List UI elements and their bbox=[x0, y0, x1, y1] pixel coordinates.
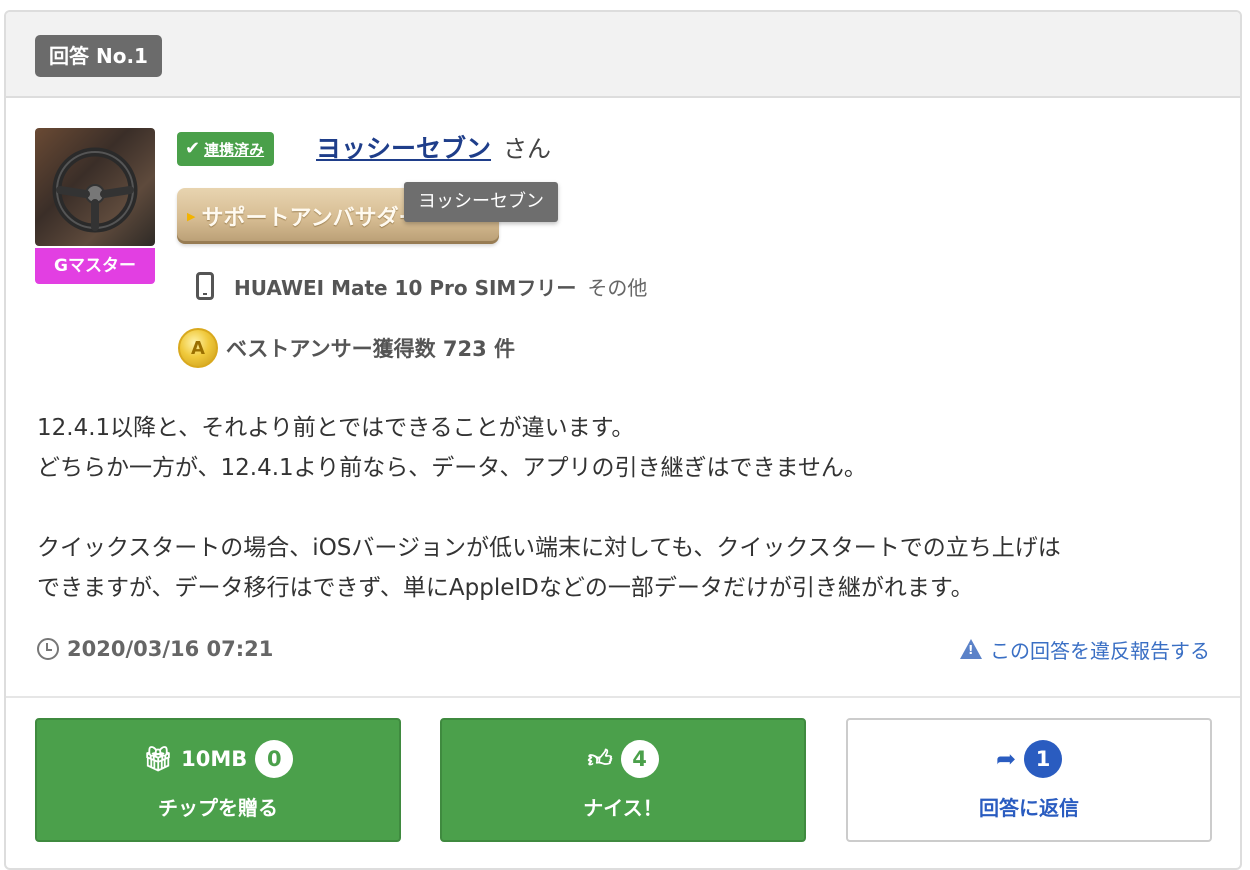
device-name: HUAWEI Mate 10 Pro SIMフリー bbox=[234, 275, 577, 300]
nice-label: ナイス！ bbox=[583, 795, 663, 820]
rank-badge: Gマスター bbox=[35, 248, 155, 284]
avatar[interactable] bbox=[35, 128, 155, 246]
device-info: HUAWEI Mate 10 Pro SIMフリー その他 bbox=[196, 268, 647, 304]
reply-label: 回答に返信 bbox=[979, 795, 1079, 820]
card-header: 回答 No.1 bbox=[6, 12, 1240, 98]
reply-count: 1 bbox=[1024, 739, 1063, 778]
nice-button[interactable]: 👍︎ 4 ナイス！ bbox=[440, 718, 806, 842]
best-answer-text: ベストアンサー獲得数 723 件 bbox=[226, 337, 516, 361]
thumbs-up-icon: 👍︎ bbox=[587, 744, 613, 773]
phone-icon bbox=[196, 272, 214, 300]
gift-icon: 🎁︎ bbox=[142, 744, 174, 773]
answer-line: できますが、データ移行はできず、単にAppleIDなどの一部データだけが引き継が… bbox=[37, 575, 974, 601]
username-tooltip: ヨッシーセブン bbox=[404, 182, 558, 222]
clock-icon bbox=[37, 638, 59, 660]
answer-body: 12.4.1以降と、それより前とではできることが違います。 どちらか一方が、12… bbox=[37, 408, 1217, 608]
tip-button[interactable]: 🎁︎ 10MB 0 チップを贈る bbox=[35, 718, 401, 842]
linked-badge[interactable]: ✔ 連携済み bbox=[177, 132, 275, 166]
linked-badge-label: 連携済み bbox=[204, 140, 265, 159]
answer-card: 回答 No.1 Gマスター ✔ 連携済み ヨッシーセブン さん ▶ サポートアン… bbox=[4, 10, 1242, 870]
device-carrier: その他 bbox=[587, 275, 648, 300]
answer-number-badge: 回答 No.1 bbox=[35, 35, 162, 77]
medal-icon: A bbox=[178, 328, 218, 368]
tip-count: 0 bbox=[255, 739, 294, 778]
username-link[interactable]: ヨッシーセブン bbox=[316, 132, 491, 166]
nice-count: 4 bbox=[620, 739, 659, 778]
steering-wheel-image bbox=[52, 147, 138, 233]
triangle-right-icon: ▶ bbox=[187, 209, 196, 223]
answer-line: どちらか一方が、12.4.1より前なら、データ、アプリの引き継ぎはできません。 bbox=[37, 455, 867, 481]
timestamp-text: 2020/03/16 07:21 bbox=[67, 637, 274, 661]
checkmark-icon: ✔ bbox=[185, 138, 201, 159]
honorific: さん bbox=[503, 135, 551, 163]
ambassador-label: サポートアンバサダー bbox=[201, 206, 421, 231]
share-arrow-icon: ➦ bbox=[995, 744, 1017, 773]
avatar-block: Gマスター bbox=[35, 128, 157, 286]
answer-timestamp: 2020/03/16 07:21 bbox=[37, 632, 273, 666]
reply-button[interactable]: ➦ 1 回答に返信 bbox=[846, 718, 1212, 842]
warning-icon: ! bbox=[960, 639, 982, 659]
report-link-label: この回答を違反報告する bbox=[990, 638, 1210, 663]
answer-line: クイックスタートの場合、iOSバージョンが低い端末に対しても、クイックスタートで… bbox=[37, 535, 1061, 561]
answer-line: 12.4.1以降と、それより前とではできることが違います。 bbox=[37, 415, 635, 441]
tip-label: チップを贈る bbox=[158, 795, 278, 820]
tip-amount: 10MB bbox=[181, 746, 248, 771]
report-link[interactable]: ! この回答を違反報告する bbox=[960, 632, 1210, 666]
divider bbox=[6, 696, 1240, 698]
best-answer-count: A ベストアンサー獲得数 723 件 bbox=[178, 328, 515, 368]
